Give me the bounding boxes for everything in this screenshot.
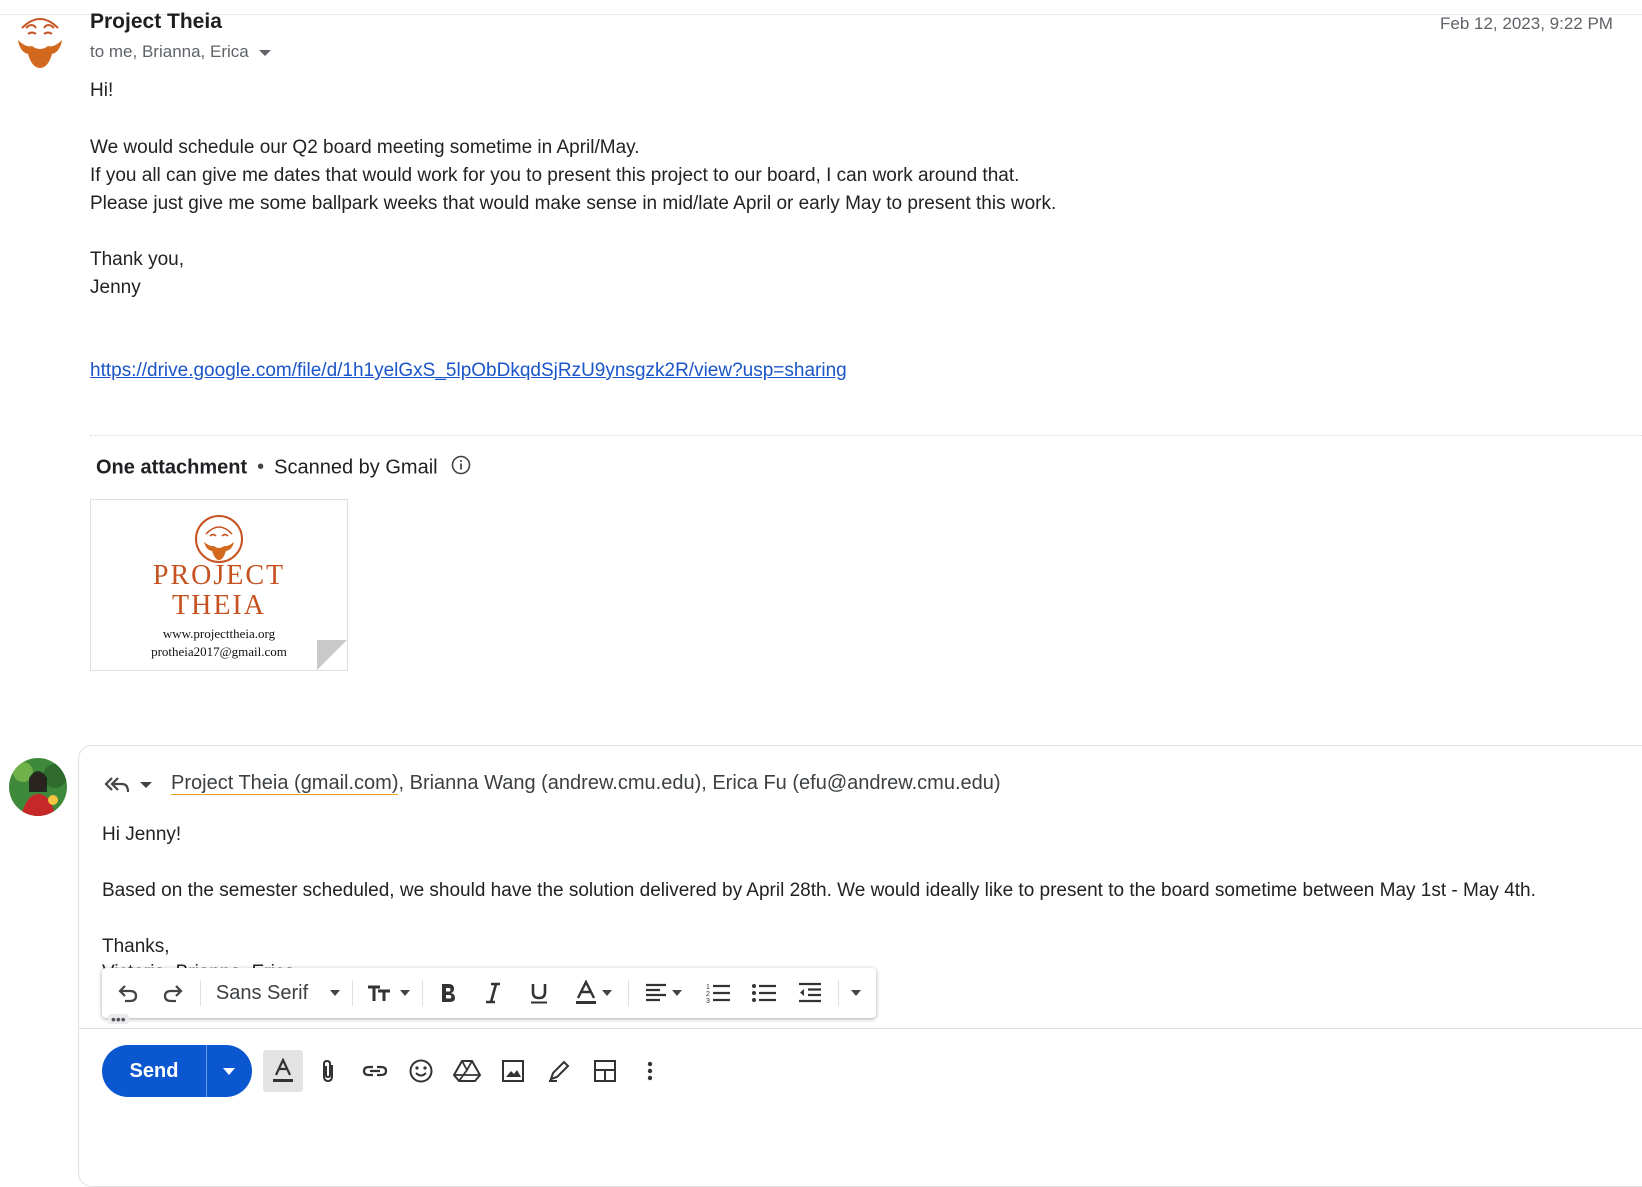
toolbar-separator <box>352 980 353 1006</box>
my-avatar[interactable] <box>9 758 67 816</box>
indent-less-icon[interactable] <box>792 968 828 1018</box>
info-icon[interactable] <box>451 455 471 481</box>
show-details-icon[interactable] <box>258 49 271 56</box>
toolbar-separator <box>200 980 201 1006</box>
svg-text:2: 2 <box>706 991 710 998</box>
link-icon[interactable] <box>355 1050 395 1092</box>
toolbar-separator <box>838 980 839 1006</box>
email-date: Feb 12, 2023, 9:22 PM <box>1440 14 1613 33</box>
body-line-3: Please just give me some ballpark weeks … <box>90 193 1057 214</box>
underline-icon[interactable] <box>523 968 555 1018</box>
send-split-divider <box>206 1045 207 1097</box>
show-trimmed-content-button[interactable]: ••• <box>108 1012 129 1026</box>
reply-type-caret-icon[interactable] <box>140 782 152 788</box>
logo-text-theia: THEIA <box>172 590 266 621</box>
bold-icon[interactable] <box>432 968 464 1018</box>
body-line-2: If you all can give me dates that would … <box>90 165 1020 186</box>
photo-icon[interactable] <box>493 1050 533 1092</box>
text-size-icon[interactable] <box>360 968 416 1018</box>
scan-note: Scanned by Gmail <box>274 456 438 479</box>
reply-signoff[interactable]: Thanks, <box>102 936 170 958</box>
redo-icon[interactable] <box>157 968 189 1018</box>
send-label[interactable]: Send <box>102 1045 206 1097</box>
top-divider <box>0 14 1642 15</box>
svg-text:1: 1 <box>706 984 710 991</box>
signature-icon[interactable] <box>539 1050 579 1092</box>
more-formatting-caret-icon <box>851 990 861 996</box>
reply-body-line[interactable]: Based on the semester scheduled, we shou… <box>102 880 1536 902</box>
toolbar-separator <box>422 980 423 1006</box>
logo-text-project: PROJECT <box>152 560 286 591</box>
composer-divider <box>79 1028 1642 1029</box>
reply-composer[interactable] <box>78 745 1642 1187</box>
font-caret-icon <box>330 990 341 996</box>
body-signoff: Thank you, <box>90 249 184 270</box>
reply-all-icon[interactable] <box>102 772 130 801</box>
project-theia-logo-icon <box>195 515 243 563</box>
body-signature: Jenny <box>90 277 141 298</box>
attachment-header: One attachment • Scanned by Gmail <box>96 455 471 481</box>
reply-recipients[interactable]: Project Theia (gmail.com), Brianna Wang … <box>171 772 1001 795</box>
toolbar-separator <box>628 980 629 1006</box>
font-select[interactable]: Sans Serif <box>210 968 346 1018</box>
layouts-icon[interactable] <box>585 1050 625 1092</box>
attach-icon[interactable] <box>308 1050 348 1092</box>
align-caret-icon <box>672 990 682 996</box>
schedule-send-caret-icon[interactable] <box>223 1068 235 1075</box>
drive-link[interactable]: https://drive.google.com/file/d/1h1yelGx… <box>90 360 847 382</box>
attachment-count: One attachment <box>96 456 248 479</box>
logo-website: www.projecttheia.org <box>162 626 276 641</box>
align-icon[interactable] <box>638 968 688 1018</box>
text-color-caret-icon <box>602 990 612 996</box>
recipients-line[interactable]: to me, Brianna, Erica <box>90 42 271 62</box>
formatting-options-icon[interactable] <box>263 1050 303 1092</box>
separator-dot: • <box>257 456 265 479</box>
text-size-caret-icon <box>400 990 410 996</box>
more-options-icon[interactable] <box>630 1050 670 1092</box>
attachment-thumbnail[interactable]: PROJECT THEIA www.projecttheia.org proth… <box>90 499 348 671</box>
sender-avatar[interactable] <box>14 12 66 70</box>
numbered-list-icon[interactable]: 123 <box>700 968 736 1018</box>
text-color-icon[interactable] <box>568 968 618 1018</box>
more-formatting-icon[interactable] <box>844 968 868 1018</box>
recipient-project-theia[interactable]: Project Theia (gmail.com) <box>171 772 399 795</box>
svg-text:3: 3 <box>706 998 710 1005</box>
page-fold <box>317 640 347 670</box>
send-button[interactable]: Send <box>102 1045 252 1097</box>
bulleted-list-icon[interactable] <box>746 968 782 1018</box>
recipient-others[interactable]: , Brianna Wang (andrew.cmu.edu), Erica F… <box>398 772 1000 794</box>
logo-email: protheia2017@gmail.com <box>151 644 287 659</box>
attachment-divider <box>90 435 1642 436</box>
recipients-text: to me, Brianna, Erica <box>90 42 249 61</box>
emoji-icon[interactable] <box>401 1050 441 1092</box>
sender-name[interactable]: Project Theia <box>90 10 222 34</box>
drive-icon[interactable] <box>447 1050 487 1092</box>
italic-icon[interactable] <box>477 968 509 1018</box>
body-greeting: Hi! <box>90 80 114 101</box>
font-select-label: Sans Serif <box>215 981 309 1004</box>
body-line-1: We would schedule our Q2 board meeting s… <box>90 137 640 158</box>
reply-greeting[interactable]: Hi Jenny! <box>102 824 181 846</box>
formatting-toolbar: Sans Serif 123 <box>102 968 876 1018</box>
